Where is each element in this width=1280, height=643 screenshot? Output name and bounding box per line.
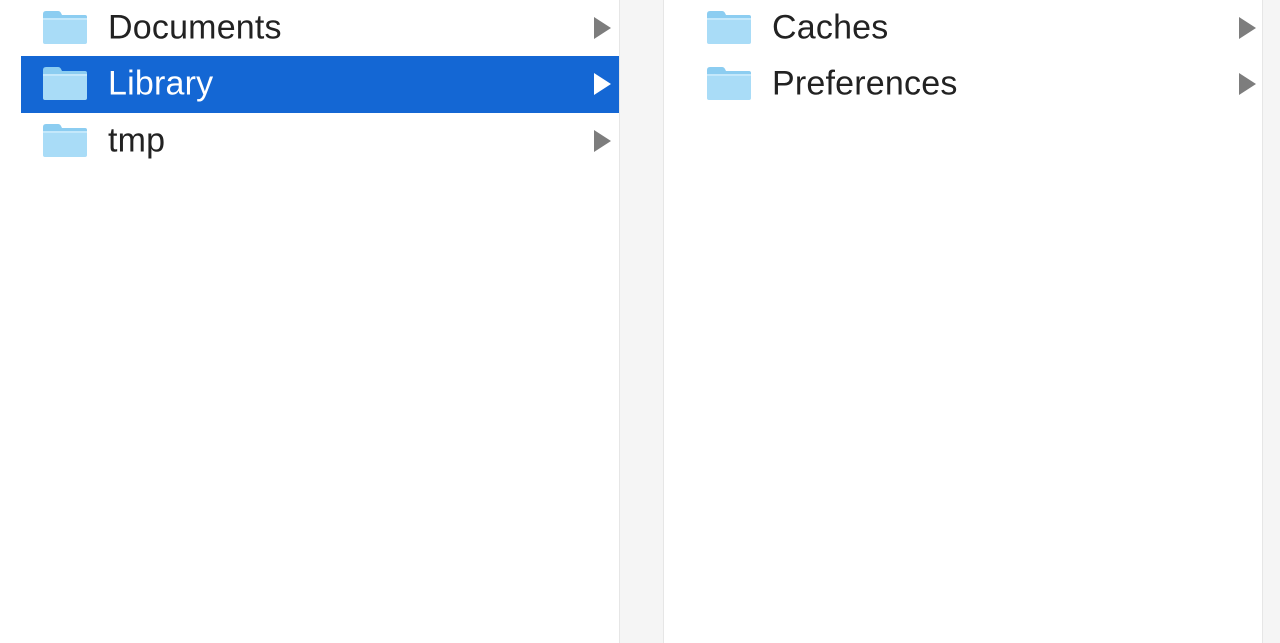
column-resize-handle[interactable] bbox=[619, 0, 664, 643]
chevron-right-icon bbox=[1239, 73, 1256, 96]
column-1: Documents Library tmp bbox=[0, 0, 619, 643]
item-label: Documents bbox=[108, 8, 282, 47]
chevron-right-icon bbox=[594, 73, 611, 96]
column-2-list: Caches Preferences bbox=[685, 0, 1262, 113]
folder-icon bbox=[43, 67, 87, 101]
folder-icon bbox=[707, 11, 751, 44]
folder-icon bbox=[43, 11, 87, 44]
column-1-list: Documents Library tmp bbox=[21, 0, 619, 169]
list-item-caches[interactable]: Caches bbox=[685, 0, 1262, 56]
column-resize-handle[interactable] bbox=[1262, 0, 1280, 643]
list-item-tmp[interactable]: tmp bbox=[21, 113, 619, 170]
folder-icon bbox=[707, 67, 751, 101]
item-label: tmp bbox=[108, 121, 166, 160]
item-label: Preferences bbox=[772, 64, 958, 103]
folder-icon bbox=[43, 123, 87, 157]
list-item-documents[interactable]: Documents bbox=[21, 0, 619, 56]
column-browser: Documents Library tmp Caches Preferences bbox=[0, 0, 1280, 643]
column-2: Caches Preferences bbox=[664, 0, 1262, 643]
list-item-preferences[interactable]: Preferences bbox=[685, 56, 1262, 113]
list-item-library[interactable]: Library bbox=[21, 56, 619, 113]
item-label: Caches bbox=[772, 8, 889, 47]
chevron-right-icon bbox=[1239, 17, 1256, 39]
chevron-right-icon bbox=[594, 129, 611, 152]
chevron-right-icon bbox=[594, 17, 611, 39]
item-label: Library bbox=[108, 64, 214, 103]
